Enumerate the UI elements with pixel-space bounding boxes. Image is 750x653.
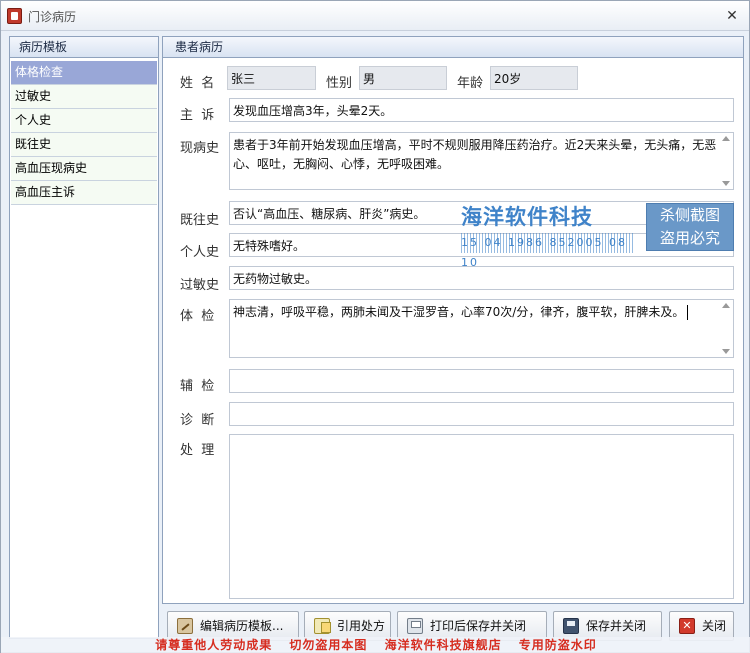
present-illness-label: 现病史 [180,141,220,156]
template-item-allergy[interactable]: 过敏史 [11,85,157,109]
title-bar[interactable]: 门诊病历 ✕ [1,1,749,31]
physical-exam-label: 体 检 [180,309,215,324]
chief-complaint-label: 主 诉 [180,108,215,123]
personal-history-label: 个人史 [180,245,220,260]
template-panel: 病历模板 体格检查 过敏史 个人史 既往史 高血压现病史 高血压主诉 [9,36,159,639]
template-panel-header: 病历模板 [10,37,158,58]
present-illness-field[interactable]: 患者于3年前开始发现血压增高，平时不规则服用降压药治疗。近2天来头晕，无头痛，无… [229,132,734,190]
age-label: 年龄 [457,76,484,91]
sex-field[interactable]: 男 [359,66,447,90]
save-close-label: 保存并关闭 [586,619,647,633]
template-item-hypertension-chief[interactable]: 高血压主诉 [11,181,157,205]
age-field[interactable]: 20岁 [490,66,578,90]
close-label: 关闭 [702,619,727,633]
cite-prescription-icon [314,618,331,634]
name-label: 姓 名 [180,76,215,91]
window-title: 门诊病历 [28,10,77,24]
template-item-past[interactable]: 既往史 [11,133,157,157]
print-save-close-label: 打印后保存并关闭 [430,619,527,633]
treatment-field[interactable] [229,434,734,599]
window-close-icon[interactable]: ✕ [723,7,741,25]
name-field[interactable]: 张三 [227,66,316,90]
present-illness-scrollbar[interactable] [721,136,731,186]
allergy-history-field[interactable]: 无药物过敏史。 [229,266,734,290]
treatment-label: 处 理 [180,443,215,458]
text-caret [687,305,689,320]
personal-history-field[interactable]: 无特殊嗜好。 [229,233,734,257]
present-illness-text: 患者于3年前开始发现血压增高，平时不规则服用降压药治疗。近2天来头晕，无头痛，无… [233,138,717,171]
record-panel-header: 患者病历 [163,37,743,58]
past-history-label: 既往史 [180,213,220,228]
cite-prescription-label: 引用处方 [337,619,386,633]
template-item-physical-exam[interactable]: 体格检查 [11,61,157,85]
edit-template-icon [177,618,193,634]
diagnosis-field[interactable] [229,402,734,426]
allergy-history-label: 过敏史 [180,278,220,293]
diagnosis-label: 诊 断 [180,413,215,428]
template-item-hypertension-present[interactable]: 高血压现病史 [11,157,157,181]
physical-exam-field[interactable]: 神志清，呼吸平稳，两肺未闻及干湿罗音，心率70次/分，律齐，腹平软，肝脾未及。 [229,299,734,358]
save-icon [563,618,579,634]
edit-template-label: 编辑病历模板... [200,619,284,633]
app-icon [7,8,22,24]
outpatient-record-window: 门诊病历 ✕ 病历模板 体格检查 过敏史 个人史 既往史 高血压现病史 高血压主… [0,0,750,653]
past-history-field[interactable]: 否认“高血压、糖尿病、肝炎”病史。 [229,201,734,225]
close-icon: ✕ [679,618,695,634]
bottom-watermark: 请尊重他人劳动成果 切勿盗用本图 海洋软件科技旗舰店 专用防盗水印 [1,637,750,653]
template-item-personal[interactable]: 个人史 [11,109,157,133]
printer-icon [407,618,423,634]
physical-exam-scrollbar[interactable] [721,303,731,354]
auxiliary-exam-field[interactable] [229,369,734,393]
physical-exam-text: 神志清，呼吸平稳，两肺未闻及干湿罗音，心率70次/分，律齐，腹平软，肝脾未及。 [233,305,685,319]
auxiliary-exam-label: 辅 检 [180,379,215,394]
sex-label: 性别 [326,76,353,91]
chief-complaint-field[interactable]: 发现血压增高3年，头晕2天。 [229,98,734,122]
